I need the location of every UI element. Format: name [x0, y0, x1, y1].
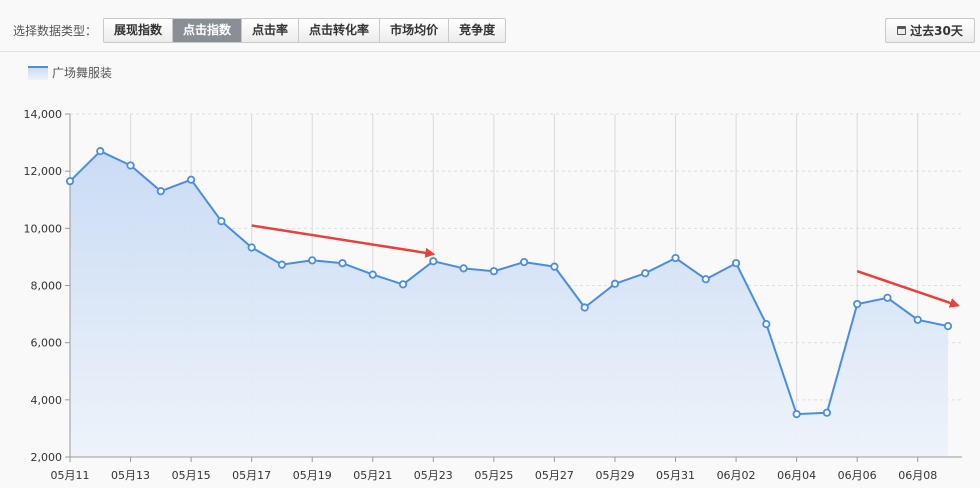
- trend-arrow: [251, 224, 436, 258]
- x-tick-label: 05月27: [535, 469, 574, 482]
- data-point: [429, 257, 438, 266]
- x-tick-label: 06月02: [717, 469, 756, 482]
- data-point: [156, 187, 165, 196]
- data-point: [853, 299, 862, 309]
- data-point: [126, 161, 135, 170]
- x-tick-label: 05月17: [232, 469, 271, 482]
- data-point: [459, 264, 468, 273]
- x-tick-label: 05月29: [595, 469, 634, 482]
- x-tick-label: 05月15: [172, 469, 211, 482]
- data-point: [641, 269, 650, 278]
- x-tick-label: 06月08: [898, 469, 937, 482]
- x-tick-label: 06月06: [838, 469, 877, 482]
- click-index-chart: 2,000 4,000 6,000 8,000 10,000 12,000 14,000 05…: [24, 108, 962, 482]
- data-point: [701, 275, 710, 284]
- data-point: [731, 259, 741, 268]
- data-point: [96, 147, 105, 156]
- y-tick-label: 4,000: [31, 394, 63, 407]
- y-tick-label: 12,000: [24, 165, 63, 178]
- data-point: [520, 257, 529, 267]
- series-area: [70, 151, 948, 457]
- data-point: [217, 217, 226, 226]
- data-point: [308, 256, 317, 265]
- x-tick-label: 05月21: [353, 469, 392, 482]
- data-point: [792, 410, 801, 419]
- y-tick-label: 10,000: [24, 222, 63, 235]
- x-tick-label: 05月25: [474, 469, 513, 482]
- data-point: [187, 175, 196, 184]
- data-point: [338, 259, 347, 268]
- data-point: [65, 177, 75, 186]
- data-point: [368, 270, 377, 279]
- data-point: [762, 319, 771, 329]
- data-point: [943, 321, 953, 331]
- data-point: [580, 303, 589, 312]
- data-point: [883, 293, 892, 302]
- data-point: [913, 315, 922, 324]
- data-point: [489, 267, 498, 276]
- data-point: [277, 260, 287, 269]
- x-tick-label: 05月13: [111, 469, 150, 482]
- y-tick-label: 2,000: [31, 451, 63, 464]
- data-point: [247, 243, 256, 252]
- data-point: [398, 280, 408, 289]
- data-point: [610, 279, 620, 288]
- x-tick-label: 06月04: [777, 469, 816, 482]
- data-point: [550, 262, 559, 271]
- y-tick-label: 8,000: [31, 280, 63, 293]
- data-point: [822, 408, 831, 417]
- x-tick-label: 05月19: [293, 469, 332, 482]
- x-tick-label: 05月23: [414, 469, 453, 482]
- y-tick-label: 6,000: [31, 337, 63, 350]
- x-tick-label: 05月31: [656, 469, 695, 482]
- x-tick-label: 05月11: [51, 469, 90, 482]
- y-tick-label: 14,000: [24, 108, 63, 121]
- data-point: [671, 253, 680, 263]
